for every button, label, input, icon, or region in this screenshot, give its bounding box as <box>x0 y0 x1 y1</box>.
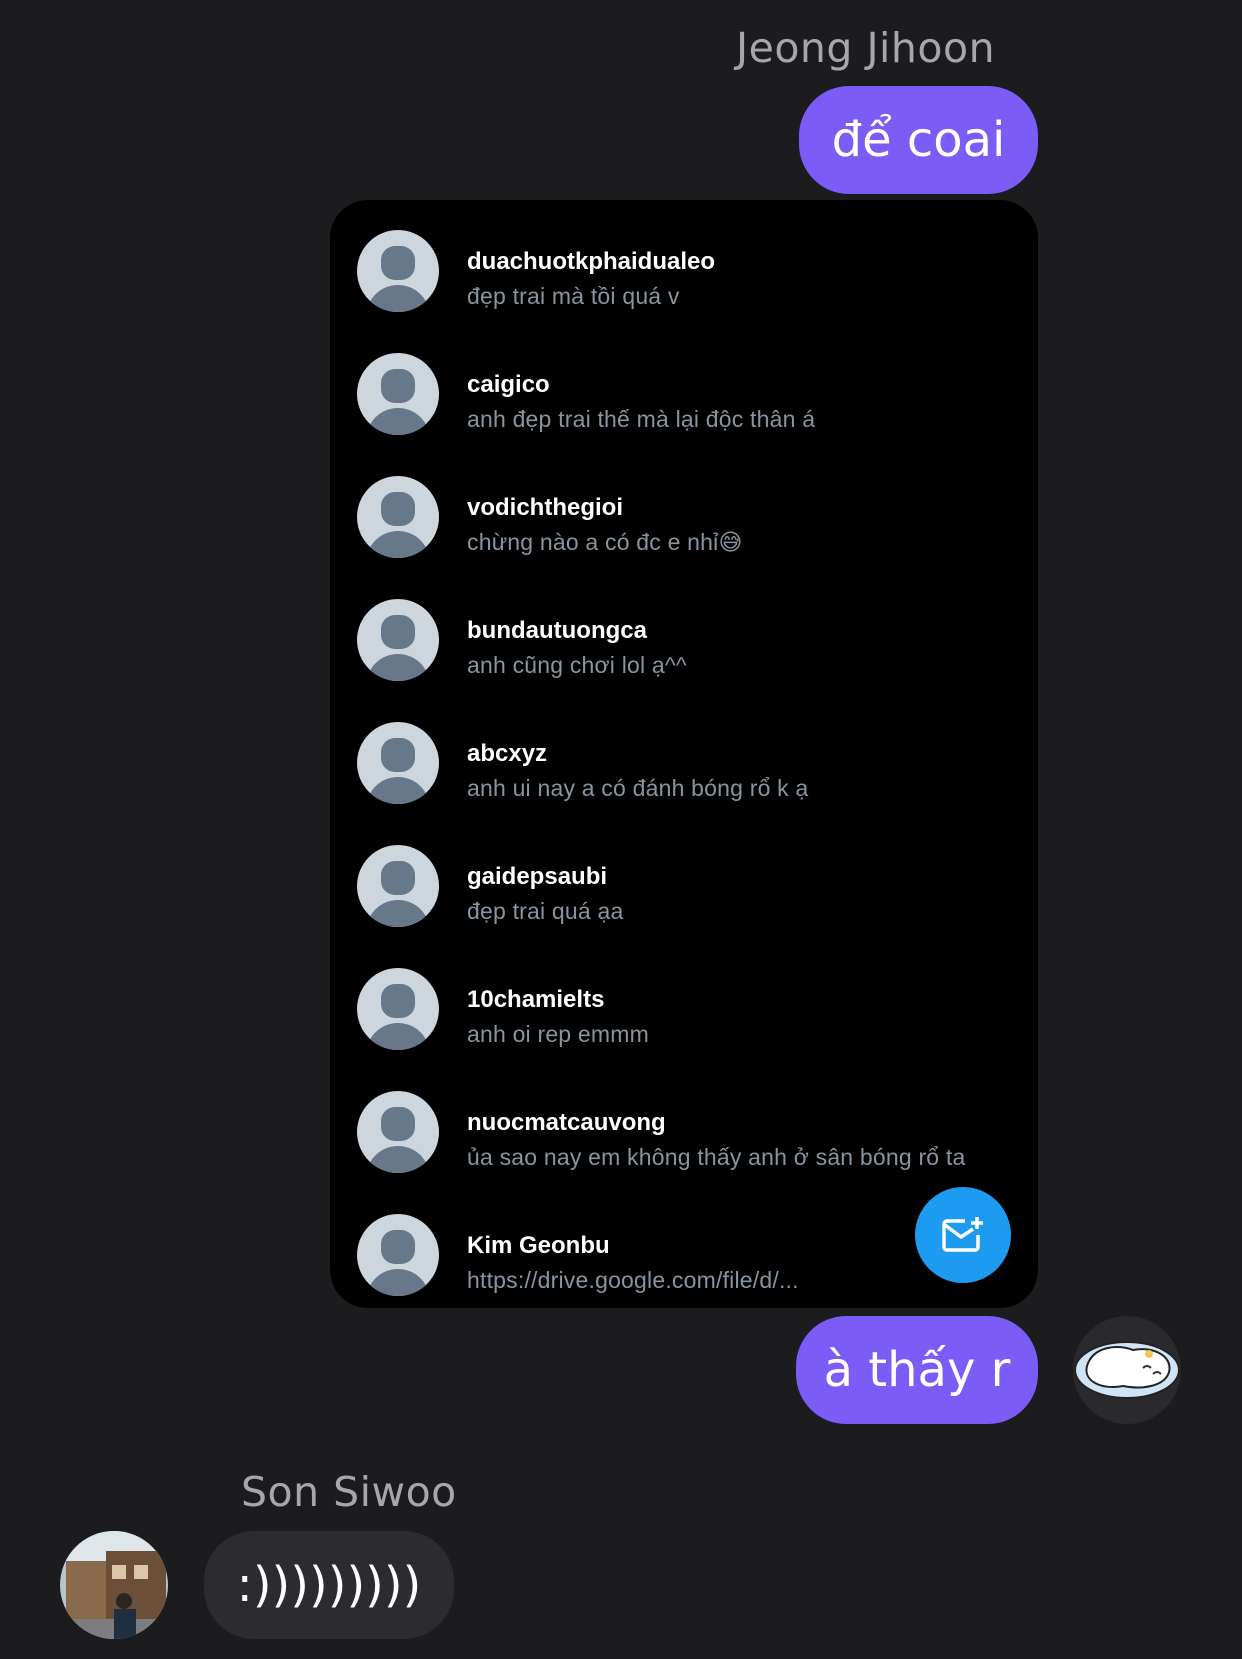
row-preview: anh ui nay a có đánh bóng rổ k ạ <box>467 775 809 801</box>
conversation-row: caigico anh đẹp trai thế mà lại độc thân … <box>330 333 1038 456</box>
conversation-row: nuocmatcauvong ủa sao nay em không thấy a… <box>330 1071 1038 1194</box>
conversation-row: gaidepsaubi đẹp trai quá ạa <box>330 825 1038 948</box>
default-avatar-icon <box>357 1091 439 1173</box>
conversation-row: abcxyz anh ui nay a có đánh bóng rổ k ạ <box>330 702 1038 825</box>
conversation-row: duachuotkphaidualeo đẹp trai mà tồi quá v <box>330 210 1038 333</box>
row-username: abcxyz <box>467 740 548 767</box>
sender-avatar[interactable] <box>60 1531 168 1639</box>
row-preview: đẹp trai mà tồi quá v <box>467 283 680 309</box>
conversation-row: vodichthegioi chừng nào a có đc e nhỉ😅 <box>330 456 1038 579</box>
sender-name: Son Siwoo <box>241 1468 457 1516</box>
row-username: gaidepsaubi <box>467 863 608 890</box>
seen-avatar <box>1073 1316 1181 1424</box>
message-text: à thấy r <box>823 1342 1011 1398</box>
default-avatar-icon <box>357 968 439 1050</box>
sender-name: Jeong Jihoon <box>736 24 996 72</box>
message-bubble-outgoing[interactable]: để coai <box>799 86 1038 194</box>
row-username: caigico <box>467 371 550 398</box>
row-preview: chừng nào a có đc e nhỉ😅 <box>467 529 743 555</box>
row-preview: anh cũng chơi lol ạ^^ <box>467 652 687 678</box>
message-bubble-outgoing[interactable]: à thấy r <box>796 1316 1038 1424</box>
default-avatar-icon <box>357 1214 439 1296</box>
row-username: 10chamielts <box>467 986 605 1013</box>
row-username: Kim Geonbu <box>467 1232 610 1259</box>
row-preview: https://drive.google.com/file/d/... <box>467 1267 799 1293</box>
row-preview: anh oi rep emmm <box>467 1021 649 1047</box>
row-username: duachuotkphaidualeo <box>467 248 716 275</box>
default-avatar-icon <box>357 353 439 435</box>
compose-button <box>915 1187 1011 1283</box>
default-avatar-icon <box>357 599 439 681</box>
conversation-row: 10chamielts anh oi rep emmm <box>330 948 1038 1071</box>
row-username: bundautuongca <box>467 617 647 644</box>
row-preview: anh đẹp trai thế mà lại độc thân á <box>467 406 816 432</box>
egg-sticker-icon <box>1074 1341 1180 1399</box>
default-avatar-icon <box>357 476 439 558</box>
message-text: :))))))))) <box>236 1557 422 1613</box>
conversation-row: bundautuongca anh cũng chơi lol ạ^^ <box>330 579 1038 702</box>
default-avatar-icon <box>357 722 439 804</box>
message-bubble-incoming[interactable]: :))))))))) <box>204 1531 454 1639</box>
avatar-photo-icon <box>60 1531 168 1639</box>
shared-image-message[interactable]: duachuotkphaidualeo đẹp trai mà tồi quá v… <box>330 200 1038 1308</box>
default-avatar-icon <box>357 230 439 312</box>
default-avatar-icon <box>357 845 439 927</box>
message-text: để coai <box>831 112 1006 168</box>
new-message-icon <box>942 1217 983 1252</box>
row-username: vodichthegioi <box>467 494 623 521</box>
row-preview: đẹp trai quá ạa <box>467 898 624 924</box>
row-username: nuocmatcauvong <box>467 1109 666 1136</box>
row-preview: ủa sao nay em không thấy anh ở sân bóng … <box>467 1144 966 1170</box>
